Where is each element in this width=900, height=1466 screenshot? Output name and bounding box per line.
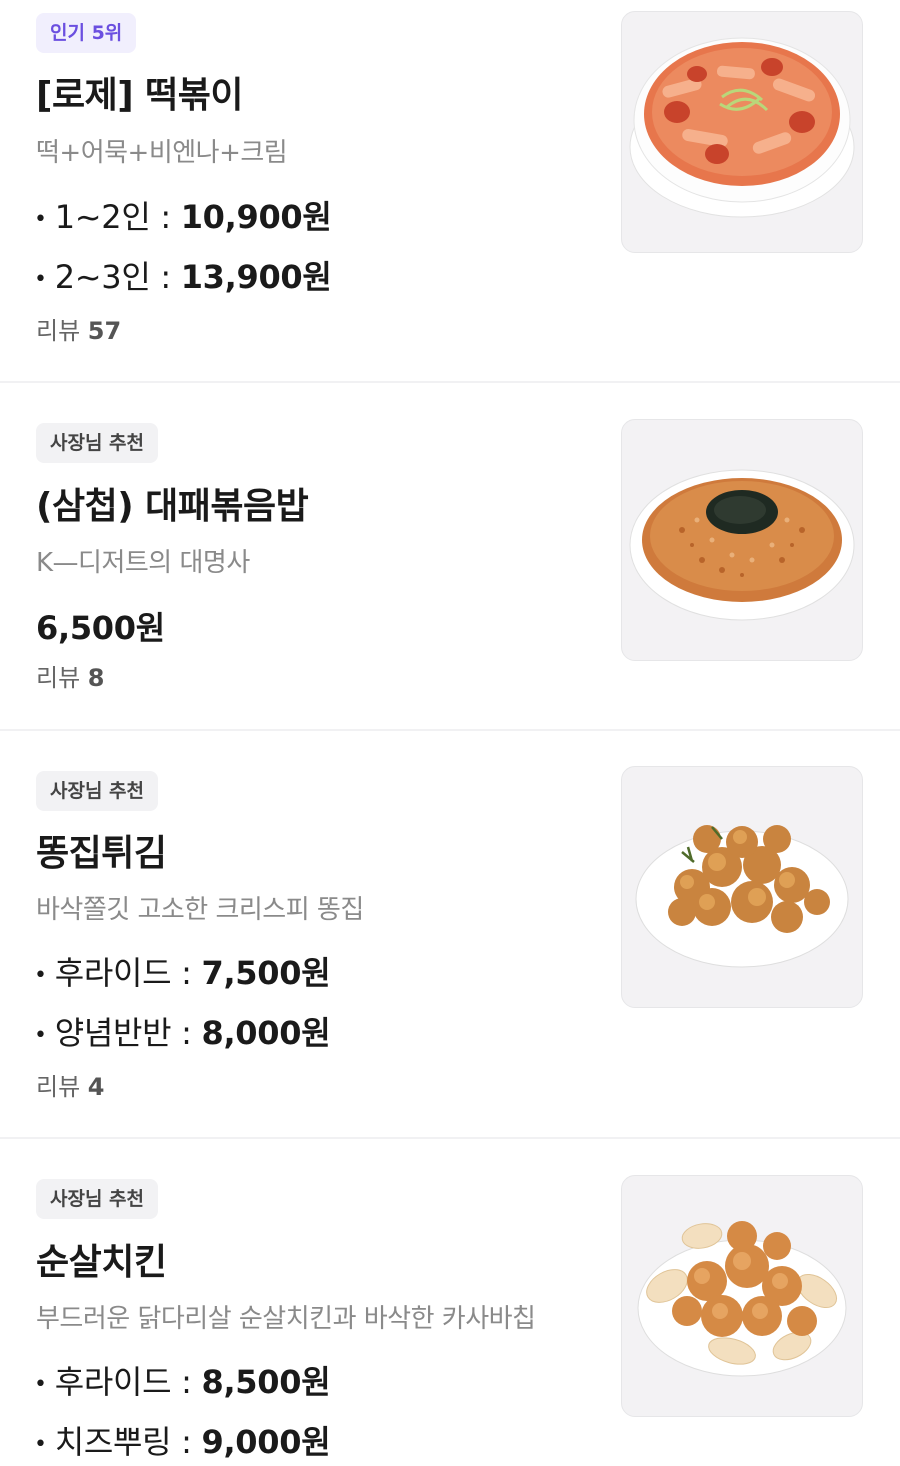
menu-description: K—디저트의 대명사 — [36, 548, 250, 578]
price-amount: 8,000원 — [201, 1014, 331, 1052]
review-info: 리뷰 8 — [36, 658, 105, 693]
menu-description: 떡+어묵+비엔나+크림 — [36, 138, 288, 168]
menu-title: (삼첩) 대패볶음밥 — [36, 486, 309, 527]
menu-title: 순살치킨 — [36, 1242, 167, 1283]
menu-description: 바삭쫄깃 고소한 크리스피 똥집 — [36, 895, 364, 925]
price-amount: 13,900원 — [180, 258, 332, 296]
tteokbokki-bowl-image — [629, 37, 855, 218]
review-count: 57 — [87, 317, 122, 345]
menu-title: [로제] 떡볶이 — [36, 75, 244, 116]
menu-item-boneless-chicken[interactable]: 사장님 추천 순살치킨 부드러운 닭다리살 순살치킨과 바삭한 카사바칩 • 후라… — [0, 1139, 900, 1466]
menu-title: 똥집튀김 — [36, 833, 167, 874]
price-single: 6,500원 — [36, 603, 165, 649]
price-option: • 양념반반 : 8,000원 — [34, 1014, 331, 1052]
popular-rank-badge: 인기 5위 — [36, 13, 137, 53]
review-info: 리뷰 57 — [36, 311, 121, 346]
price-amount: 8,500원 — [201, 1363, 331, 1401]
owner-recommend-badge: 사장님 추천 — [36, 423, 159, 463]
price-option-label: 후라이드 : — [54, 954, 202, 992]
price-option-label: 후라이드 : — [54, 1363, 202, 1401]
price-option-label: 2~3인 : — [54, 258, 181, 296]
review-count: 8 — [87, 664, 105, 692]
menu-item-gizzard-fry[interactable]: 사장님 추천 똥집튀김 바삭쫄깃 고소한 크리스피 똥집 • 후라이드 : 7,5… — [0, 731, 900, 1137]
food-photo-tteokbokki[interactable] — [621, 11, 863, 253]
price-amount: 9,000원 — [201, 1423, 331, 1461]
review-label: 리뷰 — [36, 664, 88, 692]
price-option: • 2~3인 : 13,900원 — [34, 258, 332, 296]
fried-rice-plate-image — [629, 469, 855, 621]
price-option-label: 양념반반 : — [54, 1014, 202, 1052]
price-option: • 후라이드 : 8,500원 — [34, 1363, 331, 1401]
menu-item-rose-tteokbokki[interactable]: 인기 5위 [로제] 떡볶이 떡+어묵+비엔나+크림 • 1~2인 : 10,90… — [0, 0, 900, 382]
review-label: 리뷰 — [36, 1073, 88, 1101]
review-count: 4 — [87, 1073, 105, 1101]
menu-description: 부드러운 닭다리살 순살치킨과 바삭한 카사바칩 — [36, 1304, 536, 1334]
price-option-label: 1~2인 : — [54, 198, 181, 236]
price-amount: 10,900원 — [180, 198, 332, 236]
owner-recommend-badge: 사장님 추천 — [36, 771, 159, 811]
food-photo-gizzard[interactable] — [621, 766, 863, 1008]
food-photo-chicken[interactable] — [621, 1175, 863, 1417]
owner-recommend-badge: 사장님 추천 — [36, 1179, 159, 1219]
boneless-chicken-plate-image — [637, 1221, 847, 1377]
price-option: • 후라이드 : 7,500원 — [34, 954, 331, 992]
food-photo-fried-rice[interactable] — [621, 419, 863, 661]
review-info: 리뷰 4 — [36, 1067, 105, 1102]
review-label: 리뷰 — [36, 317, 88, 345]
price-amount: 6,500원 — [36, 609, 165, 647]
price-option-label: 치즈뿌링 : — [54, 1423, 202, 1461]
price-amount: 7,500원 — [201, 954, 331, 992]
fried-gizzard-plate-image — [635, 825, 849, 968]
price-option: • 치즈뿌링 : 9,000원 — [34, 1423, 331, 1461]
price-option: • 1~2인 : 10,900원 — [34, 198, 332, 236]
menu-list: 인기 5위 [로제] 떡볶이 떡+어묵+비엔나+크림 • 1~2인 : 10,90… — [0, 0, 900, 1466]
menu-item-fried-rice[interactable]: 사장님 추천 (삼첩) 대패볶음밥 K—디저트의 대명사 6,500원 리뷰 8 — [0, 383, 900, 729]
